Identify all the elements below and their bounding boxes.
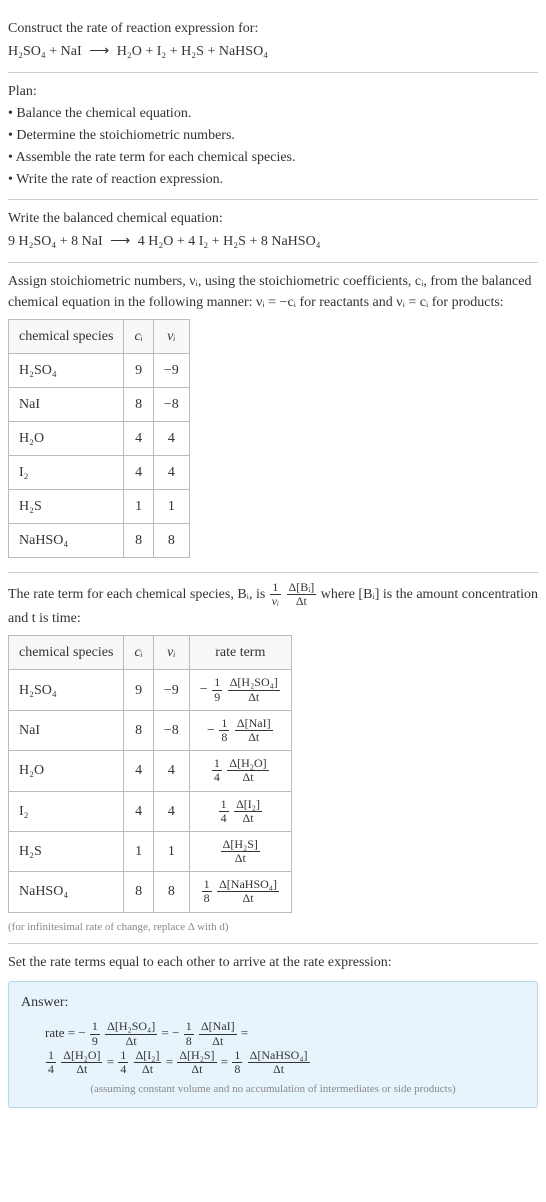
answer-label: Answer: xyxy=(21,992,525,1013)
table-header-row: chemical species cᵢ νᵢ xyxy=(9,320,190,354)
answer-equation: rate = − 19 Δ[H₂SO₄]Δt = − 18 Δ[NaI]Δt =… xyxy=(45,1019,525,1076)
table-row: H₂SO₄9−9− 19 Δ[H₂SO₄]Δt xyxy=(9,670,292,710)
table-row: NaHSO₄88 xyxy=(9,524,190,558)
table-row: H₂O4414 Δ[H₂O]Δt xyxy=(9,751,292,791)
eq-lhs: 9 H₂SO₄ + 8 NaI xyxy=(8,234,103,249)
balanced-equation: 9 H₂SO₄ + 8 NaI ⟶ 4 H₂O + 4 I₂ + H₂S + 8… xyxy=(8,231,538,252)
table-row: H₂S11 xyxy=(9,490,190,524)
rate-footnote: (for infinitesimal rate of change, repla… xyxy=(8,919,538,936)
table-row: H₂SO₄9−9 xyxy=(9,354,190,388)
eq-rhs: H₂O + I₂ + H₂S + NaHSO₄ xyxy=(117,44,268,59)
plan-section: Plan: • Balance the chemical equation. •… xyxy=(8,73,538,200)
plan-item: • Balance the chemical equation. xyxy=(8,103,538,124)
stoich-table: chemical species cᵢ νᵢ H₂SO₄9−9 NaI8−8 H… xyxy=(8,319,190,558)
stoich-intro: Assign stoichiometric numbers, νᵢ, using… xyxy=(8,271,538,313)
col-ci: cᵢ xyxy=(124,320,153,354)
col-vi: νᵢ xyxy=(153,320,189,354)
table-row: I₂4414 Δ[I₂]Δt xyxy=(9,791,292,831)
final-section: Set the rate terms equal to each other t… xyxy=(8,944,538,1116)
header-section: Construct the rate of reaction expressio… xyxy=(8,10,538,73)
answer-box: Answer: rate = − 19 Δ[H₂SO₄]Δt = − 18 Δ[… xyxy=(8,981,538,1108)
eq-rhs: 4 H₂O + 4 I₂ + H₂S + 8 NaHSO₄ xyxy=(138,234,321,249)
col-species: chemical species xyxy=(9,636,124,670)
plan-title: Plan: xyxy=(8,81,538,102)
table-row: NaI8−8− 18 Δ[NaI]Δt xyxy=(9,710,292,750)
col-vi: νᵢ xyxy=(153,636,189,670)
table-header-row: chemical species cᵢ νᵢ rate term xyxy=(9,636,292,670)
arrow-icon: ⟶ xyxy=(89,44,109,59)
table-row: NaHSO₄8818 Δ[NaHSO₄]Δt xyxy=(9,872,292,912)
col-species: chemical species xyxy=(9,320,124,354)
table-row: I₂44 xyxy=(9,456,190,490)
plan-item: • Determine the stoichiometric numbers. xyxy=(8,125,538,146)
stoich-section: Assign stoichiometric numbers, νᵢ, using… xyxy=(8,263,538,573)
plan-item: • Assemble the rate term for each chemic… xyxy=(8,147,538,168)
rate-terms-section: The rate term for each chemical species,… xyxy=(8,573,538,944)
frac-deltaB-over-dt: Δ[Bᵢ] Δt xyxy=(287,581,317,608)
table-row: H₂S11Δ[H₂S]Δt xyxy=(9,831,292,871)
rate-table: chemical species cᵢ νᵢ rate term H₂SO₄9−… xyxy=(8,635,292,912)
unbalanced-equation: H₂SO₄ + NaI ⟶ H₂O + I₂ + H₂S + NaHSO₄ xyxy=(8,41,538,62)
prompt-text: Construct the rate of reaction expressio… xyxy=(8,18,538,39)
final-title: Set the rate terms equal to each other t… xyxy=(8,952,538,973)
balanced-title: Write the balanced chemical equation: xyxy=(8,208,538,229)
table-row: H₂O44 xyxy=(9,422,190,456)
col-rate: rate term xyxy=(189,636,291,670)
frac-1-over-vi: 1 νᵢ xyxy=(270,581,281,608)
rate-terms-intro: The rate term for each chemical species,… xyxy=(8,581,538,629)
balanced-section: Write the balanced chemical equation: 9 … xyxy=(8,200,538,263)
arrow-icon: ⟶ xyxy=(110,234,130,249)
table-row: NaI8−8 xyxy=(9,388,190,422)
eq-lhs: H₂SO₄ + NaI xyxy=(8,44,82,59)
answer-note: (assuming constant volume and no accumul… xyxy=(21,1081,525,1098)
col-ci: cᵢ xyxy=(124,636,153,670)
plan-item: • Write the rate of reaction expression. xyxy=(8,169,538,190)
